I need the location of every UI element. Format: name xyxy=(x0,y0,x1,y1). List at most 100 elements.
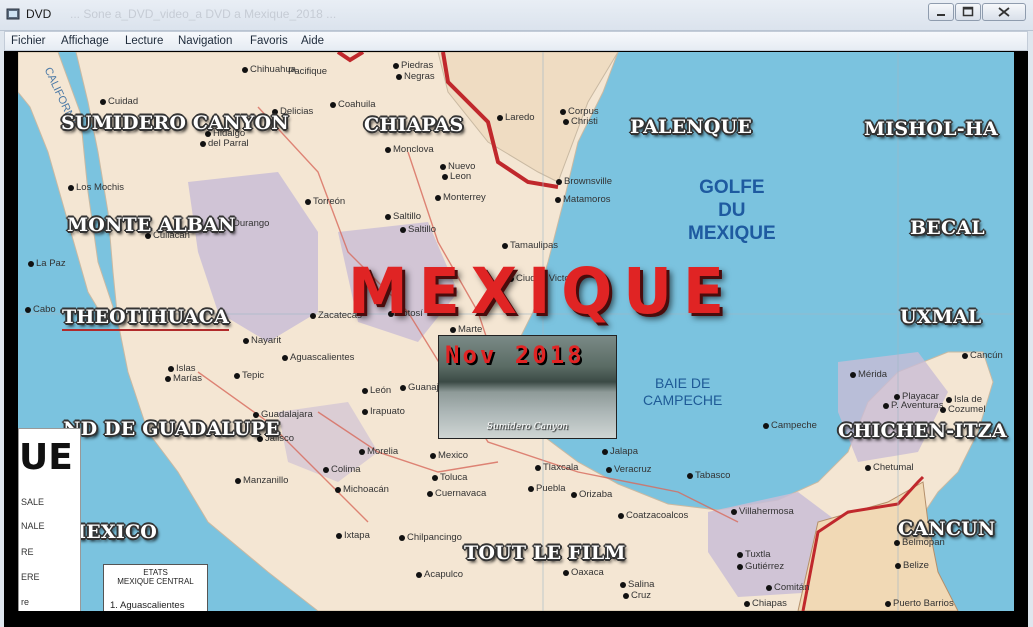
chapter-cancun[interactable]: CANCUN xyxy=(898,518,996,540)
city-dot xyxy=(336,533,342,539)
city-label: Chilpancingo xyxy=(407,532,462,543)
states-legend-box: ETATS MEXIQUE CENTRAL 1. Aguascalientes xyxy=(103,564,208,611)
city-dot xyxy=(763,423,769,429)
city-dot xyxy=(235,478,241,484)
city-label: del Parral xyxy=(208,138,249,149)
dvd-menu-map: GOLFE DU MEXIQUE BAIE DE CAMPECHE Chihua… xyxy=(18,52,1014,611)
city-dot xyxy=(442,174,448,180)
city-dot xyxy=(563,570,569,576)
gulf-label-line-3: MEXIQUE xyxy=(688,223,776,244)
chapter-monte-alban[interactable]: MONTE ALBAN xyxy=(67,214,236,236)
city-dot xyxy=(895,563,901,569)
city-label: Torreón xyxy=(313,196,346,207)
city-dot xyxy=(737,552,743,558)
city-label: Saltillo xyxy=(408,224,436,235)
gulf-of-mexico-label: GOLFE DU MEXIQUE xyxy=(688,176,776,245)
city-dot xyxy=(100,99,106,105)
thumbnail-caption: Sumidero Canyon xyxy=(486,422,569,432)
video-area[interactable]: GOLFE DU MEXIQUE BAIE DE CAMPECHE Chihua… xyxy=(4,51,1028,627)
city-dot xyxy=(497,115,503,121)
chapter-sumidero-canyon[interactable]: SUMIDERO CANYON xyxy=(61,112,289,134)
city-dot xyxy=(737,564,743,570)
city-dot xyxy=(310,313,316,319)
city-label: Comitán xyxy=(774,582,810,593)
menu-navigation[interactable]: Navigation xyxy=(178,35,232,47)
city-dot xyxy=(28,261,34,267)
city-dot xyxy=(200,141,206,147)
window-title: DVD xyxy=(26,7,52,21)
city-label: Mexico xyxy=(438,450,469,461)
city-label: Mérida xyxy=(858,369,888,380)
menu-lecture[interactable]: Lecture xyxy=(125,35,163,47)
city-label: Monclova xyxy=(393,144,434,155)
city-dot xyxy=(946,397,952,403)
city-label: Oaxaca xyxy=(571,567,604,578)
city-label: Coatzacoalcos xyxy=(626,510,689,521)
legend-heading: UE xyxy=(19,437,73,478)
city-label: Manzanillo xyxy=(243,475,289,486)
city-label: Cozumel xyxy=(948,404,986,415)
maximize-button[interactable] xyxy=(955,3,981,21)
city-label: Saltillo xyxy=(393,211,421,222)
city-dot xyxy=(243,338,249,344)
city-label: Toluca xyxy=(440,472,468,483)
city-dot xyxy=(766,585,772,591)
city-label: Chetumal xyxy=(873,462,914,473)
city-label: Monterrey xyxy=(443,192,486,203)
city-dot xyxy=(385,147,391,153)
city-dot xyxy=(560,109,566,115)
city-dot xyxy=(385,214,391,220)
city-dot xyxy=(563,119,569,125)
city-dot xyxy=(894,540,900,546)
city-label: Cabo xyxy=(33,304,56,315)
city-dot xyxy=(400,385,406,391)
maximize-icon xyxy=(962,6,974,17)
menu-fichier[interactable]: Fichier xyxy=(11,35,46,47)
city-dot xyxy=(282,355,288,361)
chapter-palenque[interactable]: PALENQUE xyxy=(630,116,752,138)
menu-aide[interactable]: Aide xyxy=(301,35,324,47)
minimize-button[interactable] xyxy=(928,3,954,21)
chapter-becal[interactable]: BECAL xyxy=(910,217,985,239)
menu-affichage[interactable]: Affichage xyxy=(61,35,109,47)
chapter-mishol-ha[interactable]: MISHOL-HA xyxy=(864,118,998,140)
city-dot xyxy=(940,407,946,413)
city-dot xyxy=(396,74,402,80)
legend-line: RE xyxy=(21,547,34,557)
dvd-app-icon xyxy=(6,8,20,20)
city-label: Negras xyxy=(404,71,435,82)
close-button[interactable] xyxy=(982,3,1026,21)
chapter-chichen-itza[interactable]: CHICHEN-ITZA xyxy=(838,420,1007,442)
chapter-thumbnail[interactable]: Nov 2018 Sumidero Canyon xyxy=(438,335,617,439)
chapter-tout-le-film[interactable]: TOUT LE FILM xyxy=(464,542,626,564)
city-label: Coahuila xyxy=(338,99,376,110)
city-dot xyxy=(731,509,737,515)
gulf-label-line-1: GOLFE xyxy=(699,177,765,198)
city-label: Tabasco xyxy=(695,470,731,481)
city-dot xyxy=(399,535,405,541)
city-label: Gutiérrez xyxy=(745,561,785,572)
city-dot xyxy=(68,185,74,191)
states-legend-entry: 1. Aguascalientes xyxy=(110,600,185,611)
chapter-nd-de-guadalupe[interactable]: ND DE GUADALUPE xyxy=(63,418,280,440)
city-dot xyxy=(744,601,750,607)
city-label: León xyxy=(370,385,392,396)
city-label: Puerto Barrios xyxy=(893,598,954,609)
city-label: Cancún xyxy=(970,350,1003,361)
city-dot xyxy=(865,465,871,471)
city-dot xyxy=(623,593,629,599)
city-label: Nayarit xyxy=(251,335,282,346)
city-dot xyxy=(435,195,441,201)
chapter-theotihuaca[interactable]: THEOTIHUACA xyxy=(62,306,229,331)
chapter-chiapas[interactable]: CHIAPAS xyxy=(364,114,463,136)
dvd-menu-title: MEXIQUE xyxy=(348,255,735,329)
city-label: Belize xyxy=(903,560,929,571)
city-dot xyxy=(440,164,446,170)
dvd-date: Nov 2018 xyxy=(445,341,585,369)
menu-favoris[interactable]: Favoris xyxy=(250,35,288,47)
chapter-uxmal[interactable]: UXMAL xyxy=(900,306,981,328)
city-dot xyxy=(528,486,534,492)
legend-line: SALE xyxy=(21,497,45,507)
city-label: Tuxtla xyxy=(745,549,771,560)
city-label: P. Aventuras xyxy=(891,400,944,411)
